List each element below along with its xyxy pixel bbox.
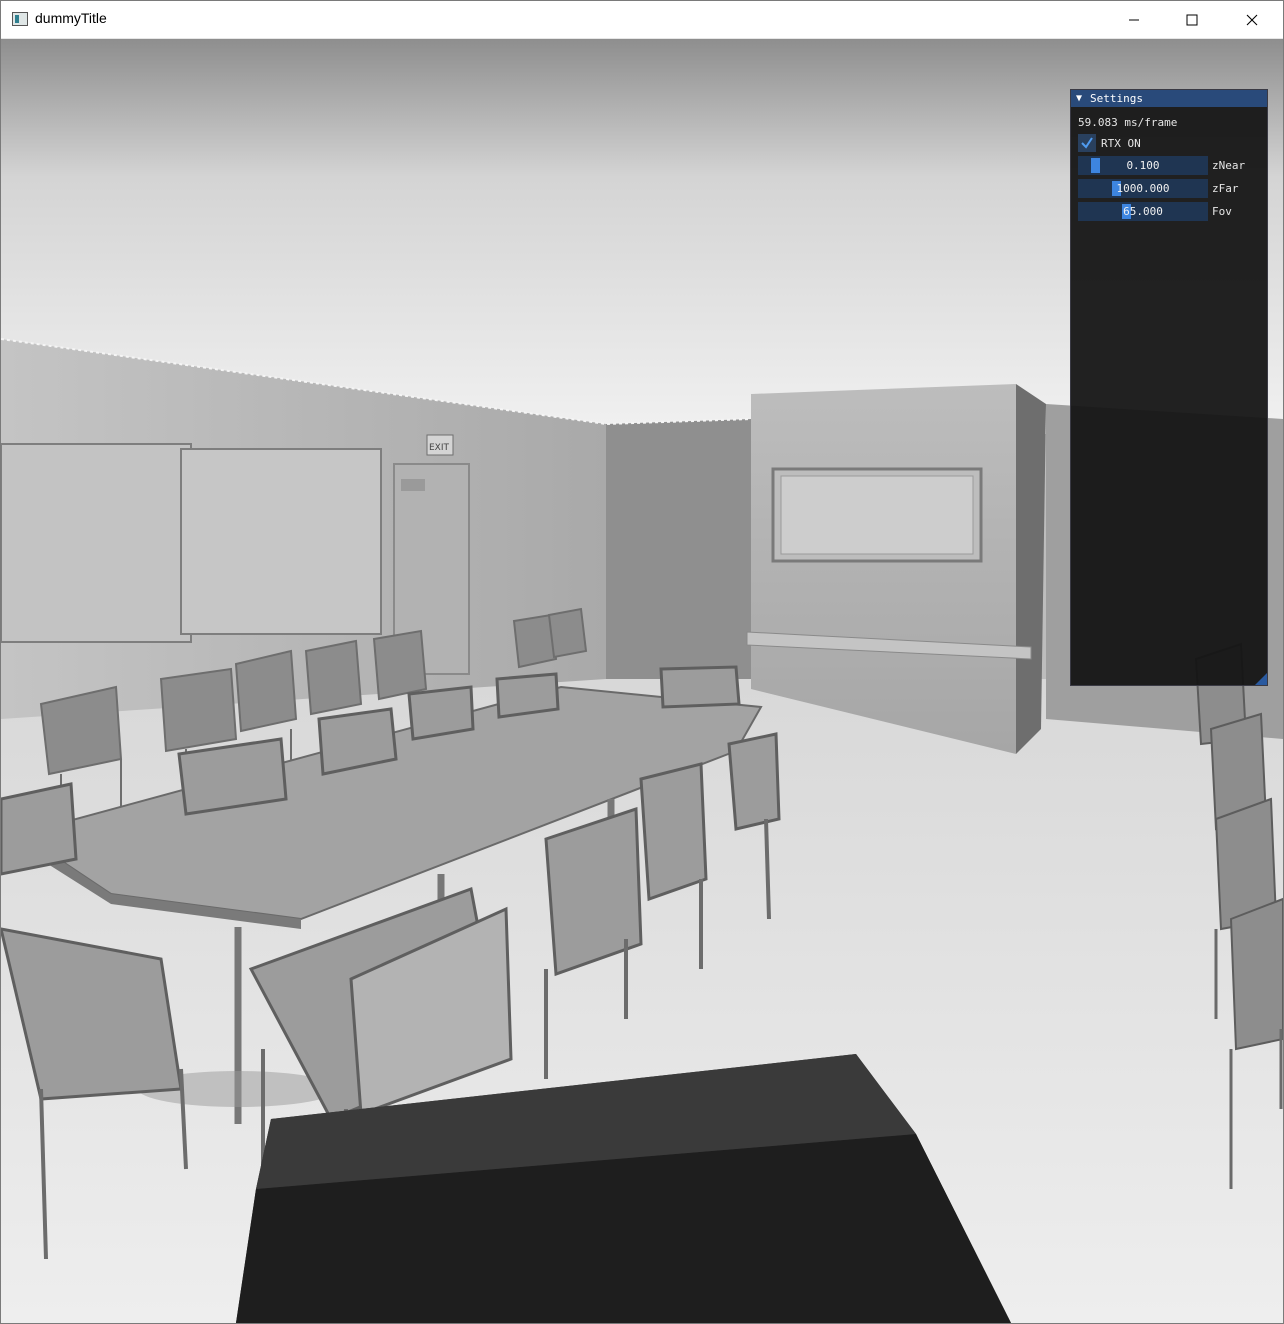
fov-value: 65.000 bbox=[1123, 205, 1163, 218]
maximize-icon bbox=[1186, 14, 1198, 25]
exit-sign-text: EXIT bbox=[429, 443, 450, 453]
znear-label: zNear bbox=[1212, 159, 1246, 172]
close-button[interactable] bbox=[1223, 1, 1281, 38]
zfar-label: zFar bbox=[1212, 182, 1239, 195]
checkmark-icon bbox=[1081, 137, 1093, 149]
rtx-label: RTX ON bbox=[1101, 136, 1141, 150]
maximize-button[interactable] bbox=[1163, 1, 1221, 38]
frame-time-text: 59.083 ms/frame bbox=[1078, 116, 1178, 129]
zfar-value: 1000.000 bbox=[1116, 182, 1170, 195]
fov-slider[interactable]: 65.000 bbox=[1078, 202, 1208, 221]
znear-slider-row: 0.100 zNear bbox=[1078, 156, 1264, 175]
fov-label: Fov bbox=[1212, 205, 1232, 218]
minimize-icon bbox=[1129, 19, 1139, 20]
rtx-checkbox[interactable] bbox=[1078, 134, 1096, 152]
zfar-slider[interactable]: 1000.000 bbox=[1078, 179, 1208, 198]
title-bar[interactable]: dummyTitle bbox=[1, 1, 1283, 39]
whiteboard-left bbox=[1, 443, 192, 643]
pillar-front bbox=[751, 384, 1016, 754]
close-icon bbox=[1246, 14, 1258, 25]
rtx-toggle[interactable]: RTX ON bbox=[1078, 134, 1141, 152]
whiteboard-right bbox=[180, 448, 382, 635]
app-icon bbox=[12, 12, 28, 26]
resize-grip[interactable] bbox=[1255, 673, 1267, 685]
znear-slider[interactable]: 0.100 bbox=[1078, 156, 1208, 175]
fov-slider-row: 65.000 Fov bbox=[1078, 202, 1264, 221]
collapse-triangle-icon[interactable]: ▼ bbox=[1076, 93, 1086, 104]
render-viewport[interactable]: EXIT ▼ Settings 59.083 ms/frame RTX ON 0… bbox=[1, 39, 1283, 1323]
app-window: dummyTitle EXIT ▼ Settings 59.083 ms/fra… bbox=[0, 0, 1284, 1324]
window-title: dummyTitle bbox=[35, 10, 107, 26]
zfar-slider-row: 1000.000 zFar bbox=[1078, 179, 1264, 198]
settings-header[interactable]: ▼ Settings bbox=[1071, 90, 1267, 107]
settings-panel[interactable]: ▼ Settings 59.083 ms/frame RTX ON 0.100 … bbox=[1070, 89, 1268, 686]
znear-value: 0.100 bbox=[1126, 159, 1160, 172]
settings-title: Settings bbox=[1090, 92, 1143, 105]
minimize-button[interactable] bbox=[1105, 1, 1163, 38]
back-wall bbox=[606, 419, 751, 679]
